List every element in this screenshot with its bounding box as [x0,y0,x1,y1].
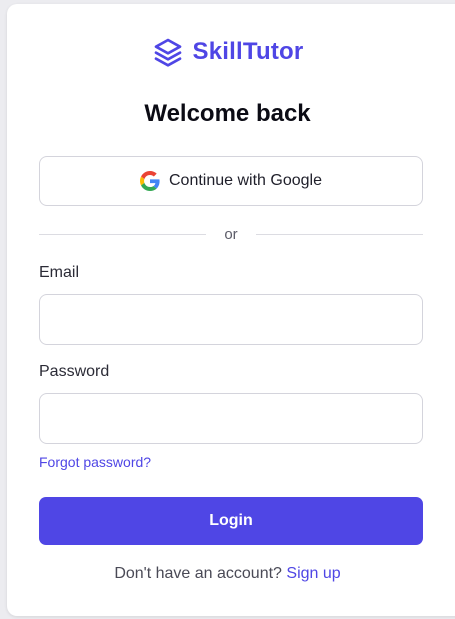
email-field[interactable] [39,294,423,345]
password-field[interactable] [39,393,423,444]
divider-line-left [39,233,207,235]
forgot-password-link[interactable]: Forgot password? [39,454,151,470]
page-title: Welcome back [144,100,311,127]
email-label: Email [39,264,80,281]
divider-text: or [224,225,238,243]
signup-prompt-text: Don't have an account? [114,565,282,582]
divider-line-right [255,233,423,235]
signup-prompt-row: Don't have an account? Sign up [0,565,455,583]
login-button[interactable]: Login [39,497,423,545]
continue-with-google-button[interactable]: Continue with Google [39,156,423,206]
google-icon [140,171,160,191]
or-divider: or [39,224,423,244]
brand-name: SkillTutor [192,38,304,65]
password-label: Password [39,363,110,380]
sign-up-link[interactable]: Sign up [286,565,340,582]
google-button-label: Continue with Google [169,172,322,189]
layers-icon [154,38,181,67]
brand-logo: SkillTutor [0,36,455,68]
